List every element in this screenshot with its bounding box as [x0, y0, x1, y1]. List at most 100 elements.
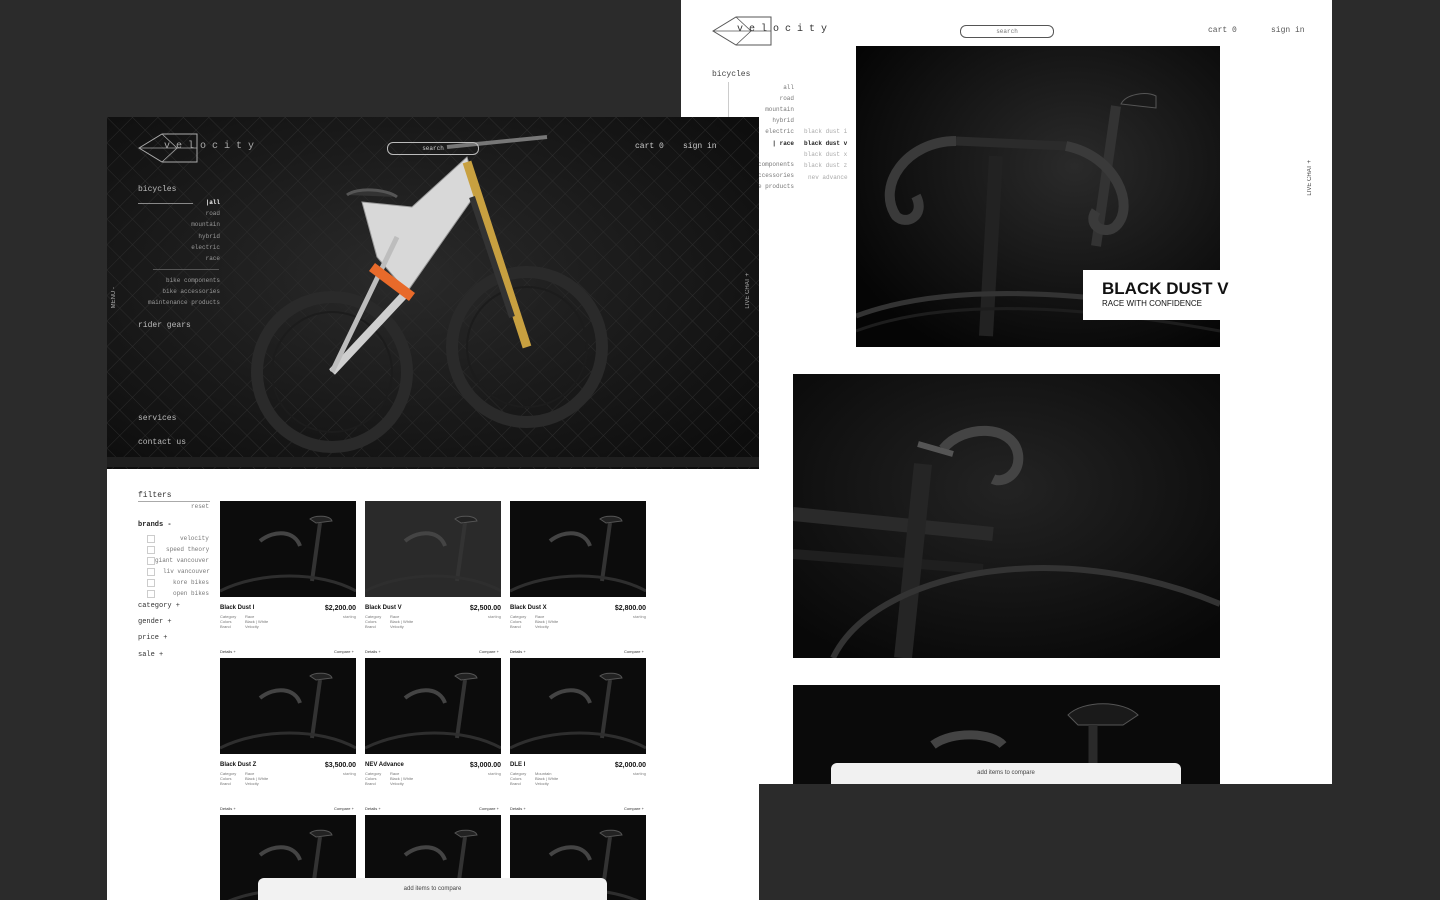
product-image[interactable]	[510, 501, 646, 597]
filter-sale[interactable]: sale +	[138, 651, 163, 659]
brand-label-velocity[interactable]: velocity	[180, 535, 209, 542]
cart-link[interactable]: cart 0	[635, 142, 664, 151]
nav-category-mountain[interactable]: mountain	[734, 106, 794, 113]
compare-link[interactable]: Compare +	[479, 806, 499, 811]
brand-checkbox[interactable]	[147, 590, 155, 598]
product-price: $2,500.00	[469, 605, 501, 612]
brand-wordmark[interactable]: velocity	[737, 24, 833, 35]
nav-sub-nev-advance[interactable]: nev advance	[808, 174, 848, 181]
price-starting-label: starting	[487, 771, 501, 776]
product-image[interactable]	[365, 501, 501, 597]
meta-values: Mountain Black | White Velocity	[535, 771, 558, 786]
product-name[interactable]: Black Dust Z	[220, 762, 256, 768]
brands-filter-toggle[interactable]: brands -	[138, 521, 172, 529]
nav-sub-black-dust-v[interactable]: black dust v	[804, 140, 847, 147]
brand-label-open-bikes[interactable]: open bikes	[173, 590, 209, 597]
compare-link[interactable]: Compare +	[624, 649, 644, 654]
sign-in-link[interactable]: sign in	[683, 142, 717, 151]
filters-reset-button[interactable]: reset	[191, 503, 209, 510]
live-chat-button[interactable]: LIVE CHAT +	[745, 273, 751, 309]
compare-bar[interactable]: add items to compare	[831, 763, 1181, 784]
product-image[interactable]	[220, 658, 356, 754]
product-name[interactable]: NEV Advance	[365, 762, 404, 768]
detail-page-window: velocity search cart 0 sign in bicycles …	[681, 0, 1332, 784]
filter-category[interactable]: category +	[138, 602, 180, 610]
hero-title: BLACK DUST V	[1102, 279, 1229, 298]
brand-wordmark[interactable]: velocity	[164, 141, 260, 152]
nav-category-road[interactable]: road	[734, 95, 794, 102]
nav-bike-components[interactable]: bike components	[130, 277, 220, 284]
bike-thumbnail-icon	[510, 501, 646, 597]
product-price: $3,500.00	[324, 762, 356, 769]
nav-sub-black-dust-x[interactable]: black dust x	[804, 151, 847, 158]
product-name[interactable]: Black Dust I	[220, 605, 254, 611]
nav-sub-black-dust-i[interactable]: black dust i	[804, 128, 847, 135]
live-chat-button[interactable]: LIVE CHAT +	[1307, 160, 1313, 196]
bike-thumbnail-icon	[220, 658, 356, 754]
nav-category-electric[interactable]: electric	[130, 244, 220, 251]
brand-checkbox[interactable]	[147, 579, 155, 587]
nav-bicycles[interactable]: bicycles	[138, 185, 176, 194]
brand-checkbox[interactable]	[147, 546, 155, 554]
nav-bicycles[interactable]: bicycles	[712, 70, 750, 79]
price-starting-label: starting	[342, 771, 356, 776]
meta-labels: Category Colors Brand	[220, 614, 236, 629]
nav-sub-black-dust-z[interactable]: black dust z	[804, 162, 847, 169]
brand-checkbox[interactable]	[147, 557, 155, 565]
details-link[interactable]: Details +	[365, 649, 381, 654]
nav-bike-accessories[interactable]: bike accessories	[130, 288, 220, 295]
price-starting-label: starting	[342, 614, 356, 619]
product-name[interactable]: Black Dust X	[510, 605, 547, 611]
details-link[interactable]: Details +	[510, 649, 526, 654]
compare-link[interactable]: Compare +	[479, 649, 499, 654]
nav-category-race[interactable]: race	[130, 255, 220, 262]
meta-values: Race Black | White Velocity	[535, 614, 558, 629]
sign-in-link[interactable]: sign in	[1271, 26, 1305, 35]
nav-category-mountain[interactable]: mountain	[130, 221, 220, 228]
price-starting-label: starting	[632, 771, 646, 776]
meta-labels: Category Colors Brand	[365, 771, 381, 786]
compare-link[interactable]: Compare +	[624, 806, 644, 811]
nav-contact-us[interactable]: contact us	[138, 438, 186, 447]
brand-label-kore-bikes[interactable]: kore bikes	[173, 579, 209, 586]
meta-values: Race Black | White Velocity	[245, 614, 268, 629]
details-link[interactable]: Details +	[220, 649, 236, 654]
meta-brand-label: Brand	[510, 624, 521, 629]
compare-link[interactable]: Compare +	[334, 649, 354, 654]
meta-labels: Category Colors Brand	[365, 614, 381, 629]
nav-maintenance-products[interactable]: maintenance products	[130, 299, 220, 306]
product-name[interactable]: Black Dust V	[365, 605, 402, 611]
compare-link[interactable]: Compare +	[334, 806, 354, 811]
product-image[interactable]	[510, 658, 646, 754]
brand-label-giant-vancouver[interactable]: giant vancouver	[155, 557, 209, 564]
cart-link[interactable]: cart 0	[1208, 26, 1237, 35]
product-image[interactable]	[220, 501, 356, 597]
details-link[interactable]: Details +	[510, 806, 526, 811]
search-input[interactable]: search	[960, 25, 1054, 38]
product-name[interactable]: DLE I	[510, 762, 525, 768]
compare-bar[interactable]: add items to compare	[258, 878, 607, 900]
product-image-detail-2	[793, 374, 1220, 658]
menu-toggle[interactable]: MENU -	[111, 287, 117, 308]
search-input[interactable]: search	[387, 142, 479, 155]
product-image[interactable]	[365, 658, 501, 754]
nav-category-all[interactable]: all	[734, 84, 794, 91]
brand-label-liv-vancouver[interactable]: liv vancouver	[163, 568, 210, 575]
meta-brand-value: Velocity	[245, 624, 259, 629]
nav-category-all[interactable]: |all	[130, 199, 220, 206]
brand-label-speed-theory[interactable]: speed theory	[166, 546, 209, 553]
nav-category-road[interactable]: road	[130, 210, 220, 217]
details-link[interactable]: Details +	[220, 806, 236, 811]
brand-checkbox[interactable]	[147, 535, 155, 543]
meta-brand-value: Velocity	[390, 781, 404, 786]
nav-category-hybrid[interactable]: hybrid	[130, 233, 220, 240]
nav-services[interactable]: services	[138, 414, 176, 423]
product-price: $2,800.00	[614, 605, 646, 612]
details-link[interactable]: Details +	[365, 806, 381, 811]
nav-rider-gears[interactable]: rider gears	[138, 321, 191, 330]
filter-price[interactable]: price +	[138, 634, 167, 642]
filter-gender[interactable]: gender +	[138, 618, 172, 626]
brand-checkbox[interactable]	[147, 568, 155, 576]
meta-labels: Category Colors Brand	[510, 614, 526, 629]
meta-brand-value: Velocity	[535, 781, 549, 786]
